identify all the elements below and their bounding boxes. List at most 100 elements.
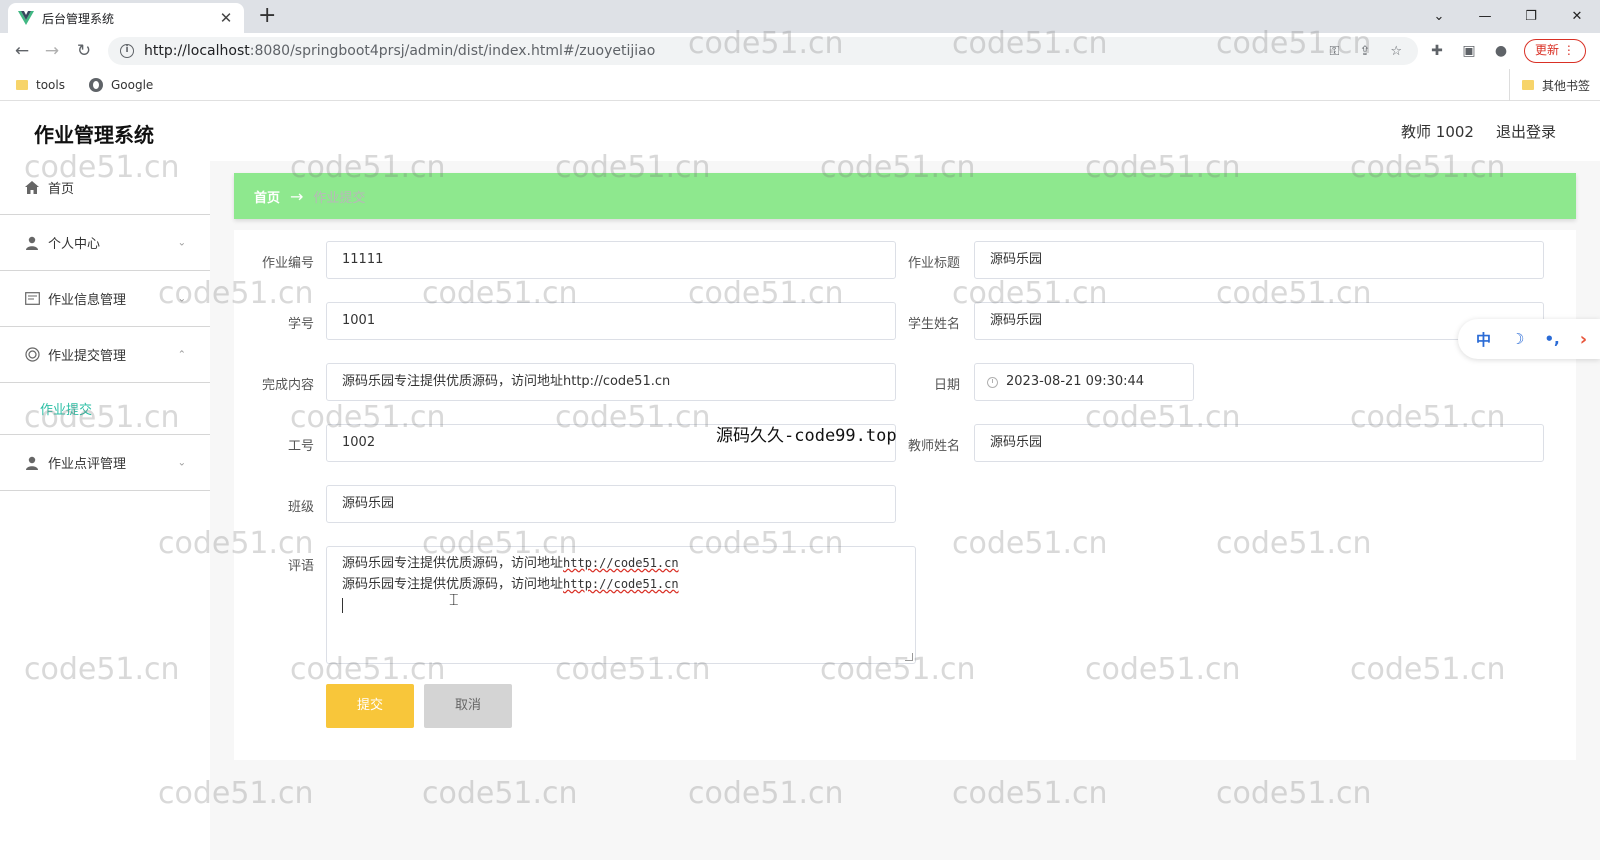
comment-line: 源码乐园专注提供优质源码，访问地址http://code51.cn (342, 574, 900, 595)
moon-icon[interactable]: ☽ (1511, 330, 1524, 348)
address-bar[interactable]: i http://localhost:8080/springboot4prsj/… (108, 37, 1418, 65)
user-icon (24, 455, 40, 471)
sidebar-item-homework-submit[interactable]: 作业提交管理 ⌃ (0, 327, 210, 383)
overlay-banner-text: 源码久久-code99.top (716, 426, 897, 446)
browser-tab-bar: 后台管理系统 ✕ + ⌄ — ❐ ✕ (0, 0, 1600, 33)
sidebar-item-label: 作业点评管理 (48, 457, 127, 472)
bookmark-google[interactable]: Google (88, 77, 154, 92)
homework-title-label: 作业标题 (907, 256, 960, 271)
new-tab-button[interactable]: + (258, 5, 276, 27)
comment-text: 源码乐园专注提供优质源码，访问地址 (342, 556, 564, 571)
staff-no-label: 工号 (287, 439, 314, 454)
comment-label: 评语 (287, 559, 314, 574)
sidebar-item-label: 作业提交管理 (48, 349, 127, 364)
app-root: 作业管理系统 教师 1002 退出登录 首页 个人中心 ⌄ 作业信息管理 ⌄ 作… (0, 101, 1600, 860)
app-header: 作业管理系统 教师 1002 退出登录 (0, 101, 1600, 161)
other-bookmarks-label: 其他书签 (1541, 78, 1590, 93)
extensions-icon[interactable]: ✚ (1428, 43, 1446, 59)
date-picker[interactable]: 2023-08-21 09:30:44 (974, 363, 1194, 401)
bookmark-label: tools (36, 77, 65, 92)
restore-button[interactable]: ❐ (1508, 9, 1554, 24)
circle-icon (24, 347, 40, 363)
chevron-right-icon[interactable]: › (1580, 329, 1587, 350)
clock-icon (987, 376, 998, 388)
bookmark-tools[interactable]: tools (16, 78, 65, 92)
profile-icon[interactable]: ● (1492, 43, 1510, 59)
folder-icon (1521, 80, 1534, 90)
side-panel-icon[interactable]: ▣ (1460, 43, 1478, 59)
logout-button[interactable]: 退出登录 (1496, 121, 1556, 142)
homework-title-input[interactable]: 源码乐园 (974, 241, 1544, 279)
url-path: :8080/springboot4prsj/admin/dist/index.h… (249, 43, 656, 59)
chevron-down-icon: ⌄ (177, 457, 186, 468)
sidebar-item-profile[interactable]: 个人中心 ⌄ (0, 215, 210, 271)
homework-submit-form: 作业编号 11111 作业标题 源码乐园 学号 1001 学生姓名 源码乐园 完… (234, 230, 1576, 760)
reload-icon[interactable]: ↻ (72, 39, 96, 63)
vue-logo-icon (18, 10, 34, 26)
cancel-button[interactable]: 取消 (424, 684, 512, 728)
tab-search-icon[interactable]: ⌄ (1416, 9, 1462, 24)
breadcrumb-current: 作业提交 (313, 190, 366, 206)
update-label: 更新 (1535, 43, 1560, 57)
bookmark-label: Google (110, 77, 154, 92)
home-icon (24, 180, 40, 196)
student-no-input[interactable]: 1001 (326, 302, 896, 340)
date-label: 日期 (933, 378, 960, 393)
student-no-label: 学号 (287, 317, 314, 332)
resize-handle[interactable] (905, 653, 913, 661)
bookmark-star-icon[interactable]: ☆ (1390, 44, 1402, 59)
chevron-down-icon: ⌄ (177, 237, 186, 248)
globe-icon (88, 77, 103, 92)
text-cursor-icon: ⌶ (449, 590, 459, 609)
document-icon (24, 291, 40, 307)
teacher-name-input[interactable]: 源码乐园 (974, 424, 1544, 462)
app-title: 作业管理系统 (34, 123, 154, 147)
class-label: 班级 (287, 500, 314, 515)
content-input[interactable]: 源码乐园专注提供优质源码，访问地址http://code51.cn (326, 363, 896, 401)
homework-no-input[interactable]: 11111 (326, 241, 896, 279)
text-caret (342, 598, 343, 613)
folder-icon (16, 79, 28, 90)
key-icon[interactable]: ⚿ (1330, 44, 1340, 59)
share-icon[interactable]: ⇪ (1359, 44, 1370, 59)
update-button[interactable]: 更新 ⋮ (1524, 39, 1586, 63)
comment-line: 源码乐园专注提供优质源码，访问地址http://code51.cn (342, 553, 900, 574)
other-bookmarks[interactable]: 其他书签 (1508, 69, 1590, 101)
homework-no-label: 作业编号 (261, 256, 314, 271)
window-controls: ⌄ — ❐ ✕ (1416, 0, 1600, 33)
breadcrumb-home[interactable]: 首页 (254, 187, 280, 206)
punctuation-icon[interactable]: •, (1544, 330, 1559, 348)
chevron-up-icon: ⌃ (177, 349, 186, 360)
content-label: 完成内容 (261, 378, 314, 393)
ime-chinese-icon[interactable]: 中 (1476, 329, 1491, 350)
minimize-button[interactable]: — (1462, 9, 1508, 24)
forward-icon[interactable]: → (40, 39, 64, 63)
url-host: http://localhost (144, 43, 250, 59)
back-icon[interactable]: ← (10, 39, 34, 63)
submit-button[interactable]: 提交 (326, 684, 414, 728)
comment-link: http://code51.cn (563, 577, 679, 591)
arrow-right-icon: → (290, 186, 304, 206)
sidebar-item-home[interactable]: 首页 (0, 161, 210, 215)
student-name-label: 学生姓名 (907, 317, 960, 332)
tab-close-icon[interactable]: ✕ (218, 9, 234, 27)
browser-toolbar: ← → ↻ i http://localhost:8080/springboot… (0, 33, 1600, 69)
sidebar-item-homework-info[interactable]: 作业信息管理 ⌄ (0, 271, 210, 327)
url-text[interactable]: http://localhost:8080/springboot4prsj/ad… (144, 43, 655, 59)
chevron-down-icon: ⌄ (177, 293, 186, 304)
sidebar-item-label: 个人中心 (48, 237, 101, 252)
ime-toolbar[interactable]: 中 ☽ •, › (1458, 319, 1600, 359)
sidebar-item-homework-review[interactable]: 作业点评管理 ⌄ (0, 435, 210, 491)
user-area: 教师 1002 退出登录 (1401, 121, 1556, 142)
comment-textarea[interactable]: 源码乐园专注提供优质源码，访问地址http://code51.cn 源码乐园专注… (326, 546, 916, 664)
sidebar-subitem-homework-submit[interactable]: 作业提交 (0, 383, 210, 435)
close-window-button[interactable]: ✕ (1554, 9, 1600, 24)
site-info-icon[interactable]: i (120, 44, 134, 58)
bookmarks-bar: tools Google 其他书签 (0, 69, 1600, 101)
current-user: 教师 1002 (1401, 123, 1474, 141)
breadcrumb: 首页 → 作业提交 (234, 173, 1576, 219)
class-input[interactable]: 源码乐园 (326, 485, 896, 523)
tab-title: 后台管理系统 (42, 11, 115, 26)
sidebar-item-label: 首页 (48, 182, 75, 197)
browser-tab[interactable]: 后台管理系统 ✕ (8, 3, 244, 33)
